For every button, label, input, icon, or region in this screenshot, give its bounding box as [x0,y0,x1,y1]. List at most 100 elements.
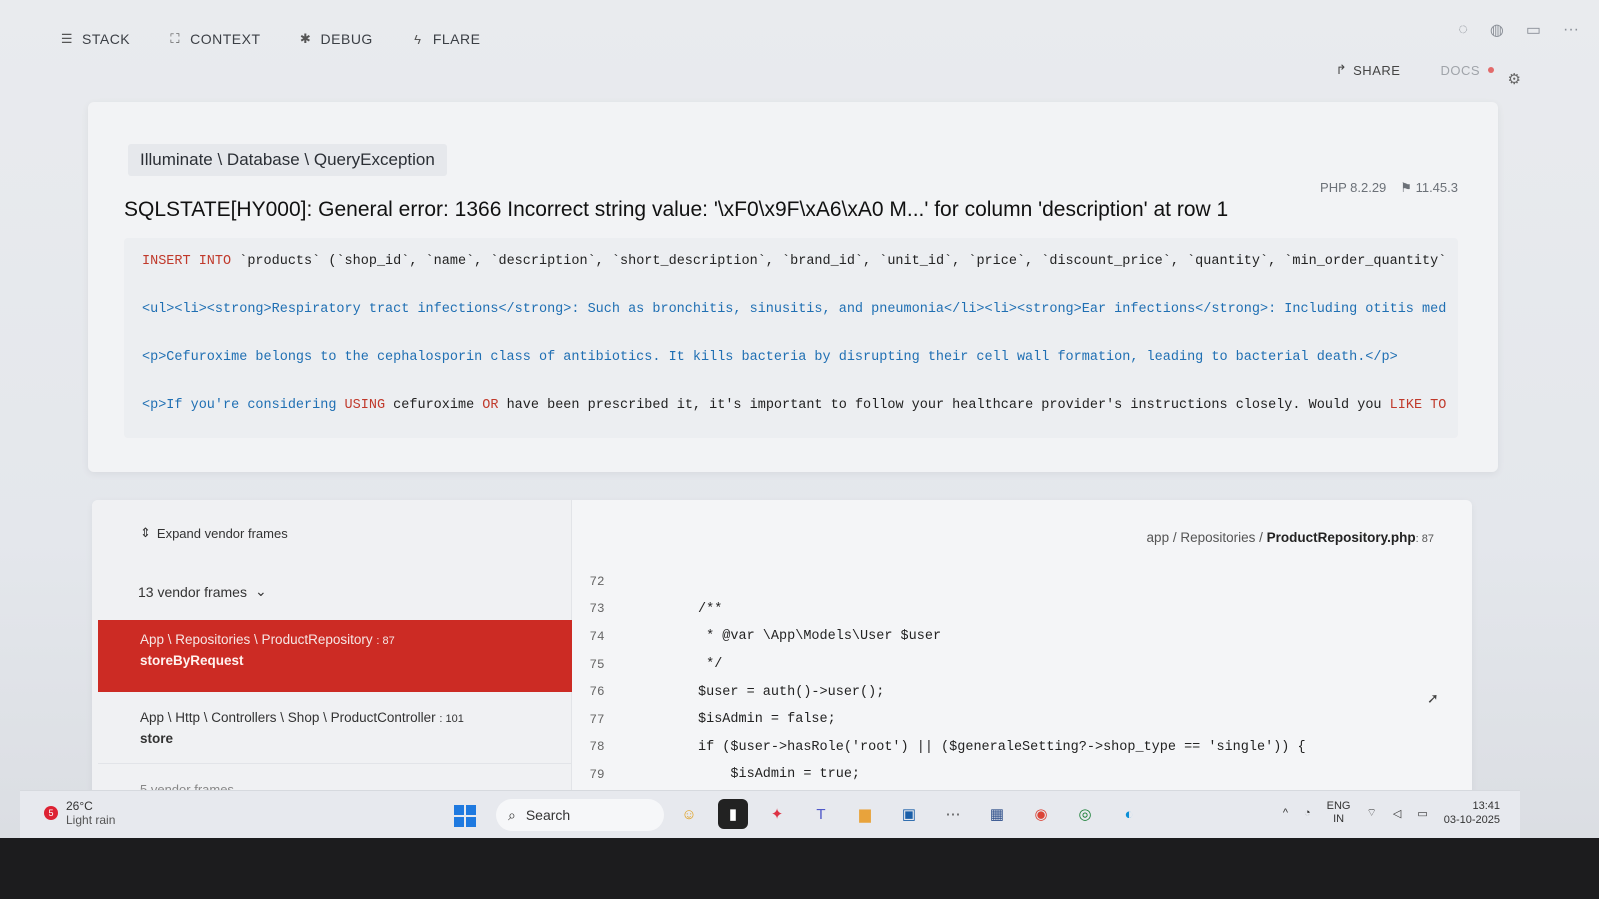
weather-widget[interactable]: 5 26°C Light rain [44,799,115,827]
sql-keyword: INSERT INTO [142,254,232,269]
code-text: $isAdmin = false; [698,712,836,728]
nav-flare[interactable]: ϟ FLARE [411,31,481,47]
code-line[interactable]: 74 * @var \App\Models\User $user [572,623,1472,651]
nav-debug[interactable]: ✱ DEBUG [299,31,373,47]
windows-taskbar: 5 26°C Light rain ⌕ Search ☺ ▮ ✦ T ▆ ▣ ⋯… [20,790,1520,838]
file-explorer-icon[interactable]: ▆ [850,799,880,829]
frame-method: storeByRequest [140,653,244,668]
vendor-frames-toggle[interactable]: 13 vendor frames ⌄ [138,583,267,600]
battery-icon[interactable]: ▭ [1417,807,1427,820]
nav-context[interactable]: ⛶ CONTEXT [168,31,260,47]
line-number: 72 [589,574,605,589]
lang-secondary: IN [1333,813,1345,825]
docs-label: DOCS [1440,62,1480,78]
teams-icon[interactable]: T [806,799,836,829]
chevron-updown-icon: ⇕ [140,525,151,540]
code-line[interactable]: 75 */ [572,651,1472,679]
frame-class: App \ Repositories \ ProductRepository [140,632,373,647]
network-app-icon[interactable]: ◔ [1304,807,1311,819]
code-text: if ($user->hasRole('root') || ($generale… [698,739,1306,755]
wifi-icon[interactable]: ⌔ [1367,806,1377,820]
nav-stack[interactable]: ☰ STACK [60,31,130,47]
chrome-icon[interactable]: ◉ [1026,799,1056,829]
error-card: Illuminate \ Database \ QueryException P… [88,102,1498,472]
docs-button[interactable]: DOCS [1440,63,1494,78]
code-viewer: app / Repositories / ProductRepository.p… [572,500,1472,800]
clock-date: 03-10-2025 [1443,814,1500,826]
nav-flare-label: FLARE [432,31,481,47]
line-number: 78 [589,740,605,755]
collections-icon[interactable]: ▭ [1526,20,1541,40]
lang-primary: ENG [1326,800,1351,812]
chevron-up-icon[interactable]: ^ [1283,807,1288,819]
php-version: PHP 8.2.29 [1320,180,1387,195]
extension-icon[interactable]: ◌ [1458,21,1468,39]
code-line[interactable]: 78 if ($user->hasRole('root') || ($genera… [572,734,1472,762]
version-meta: PHP 8.2.29 ⚑ 11.45.3 [1320,180,1458,196]
code-line[interactable]: 79 $isAdmin = true; [572,761,1472,789]
stack-frame[interactable]: App \ Http \ Controllers \ Shop \ Produc… [98,698,572,764]
gear-icon[interactable]: ⚙ [1508,70,1521,88]
search-icon: ⌕ [508,806,516,823]
share-button[interactable]: ↱ SHARE [1336,62,1401,78]
search-label: Search [525,807,571,823]
taskbar-search[interactable]: ⌕ Search [496,799,664,831]
code-line[interactable]: 76 $user = auth()->user(); [572,678,1472,706]
more-icon[interactable]: ··· [1563,21,1579,39]
browser-toolbar: ◌ ◍ ▭ ··· [1458,20,1579,40]
file-path[interactable]: app / Repositories / ProductRepository.p… [1147,530,1434,545]
sql-keyword: OR [482,398,499,413]
expand-icon: ⛶ [170,31,180,46]
laravel-icon: ⚑ [1400,180,1416,195]
copilot-icon[interactable]: ✦ [762,799,792,829]
top-nav: ☰ STACK ⛶ CONTEXT ✱ DEBUG ϟ FLARE [60,22,480,56]
code-line[interactable]: 77 $isAdmin = false; [572,706,1472,734]
emoji-app-icon[interactable]: ☺ [674,799,704,829]
calculator-icon[interactable]: ▦ [982,799,1012,829]
edge-icon[interactable]: ◐ [1114,799,1144,829]
code-line[interactable]: 73 /** [572,596,1472,624]
line-number: 73 [589,602,605,617]
stack-frame-active[interactable]: App \ Repositories \ ProductRepository :… [98,620,572,692]
expand-vendor-frames-button[interactable]: ⇕ Expand vendor frames [140,525,288,541]
line-number: 77 [589,712,605,727]
share-label: SHARE [1353,62,1401,78]
code-text: $user = auth()->user(); [698,684,885,700]
volume-icon[interactable]: ◁ [1393,807,1401,820]
file-line: : 87 [1415,533,1434,545]
sql-text: have been prescribed it, it's important … [498,398,1390,413]
clock[interactable]: 13:41 03-10-2025 [1444,799,1500,827]
taskbar-apps: ☺ ▮ ✦ T ▆ ▣ ⋯ ▦ ◉ ◎ ◐ [674,799,1144,829]
header-actions: ↱ SHARE DOCS [1336,62,1494,78]
code-text: * @var \App\Models\User $user [698,629,942,645]
terminal-icon[interactable]: ▮ [718,799,748,829]
stack-trace-card: ⇕ Expand vendor frames 13 vendor frames … [92,500,1472,800]
sql-text: cefuroxime [385,398,483,413]
store-icon[interactable]: ▣ [894,799,924,829]
code-text: /** [698,601,723,617]
file-dir: app / Repositories / [1146,530,1267,545]
code-line[interactable]: 72 [572,568,1472,596]
flare-icon: ϟ [414,31,422,47]
sql-keyword: LIKE TO [1389,398,1447,413]
sql-keyword: USING [344,398,386,413]
screen-bezel [0,838,1599,899]
laravel-version: ⚑ 11.45.3 [1400,180,1458,196]
nav-debug-label: DEBUG [320,31,373,47]
profile-icon[interactable]: ◍ [1490,20,1504,40]
expand-label: Expand vendor frames [156,525,288,541]
language-indicator[interactable]: ENG IN [1327,800,1351,826]
code-text: */ [698,657,723,673]
windows-start-icon[interactable] [454,805,476,827]
app-icon[interactable]: ⋯ [938,799,968,829]
system-tray: ^ ◔ ENG IN ⌔ ◁ ▭ 13:41 03-10-2025 [1283,799,1500,827]
weather-text: 26°C Light rain [66,799,115,827]
frame-class: App \ Http \ Controllers \ Shop \ Produc… [140,710,436,725]
code-text: $isAdmin = true; [698,767,861,783]
whatsapp-icon[interactable]: ◎ [1070,799,1100,829]
sql-line: <ul><li><strong>Respiratory tract infect… [142,302,1447,317]
sql-line: <p>Cefuroxime belongs to the cephalospor… [142,350,1398,365]
code-lines: 72 73 /** 74 * @var \App\Models\User $use… [572,568,1472,789]
nav-stack-label: STACK [82,31,131,47]
vendor-frames-label: 13 vendor frames [138,583,247,600]
